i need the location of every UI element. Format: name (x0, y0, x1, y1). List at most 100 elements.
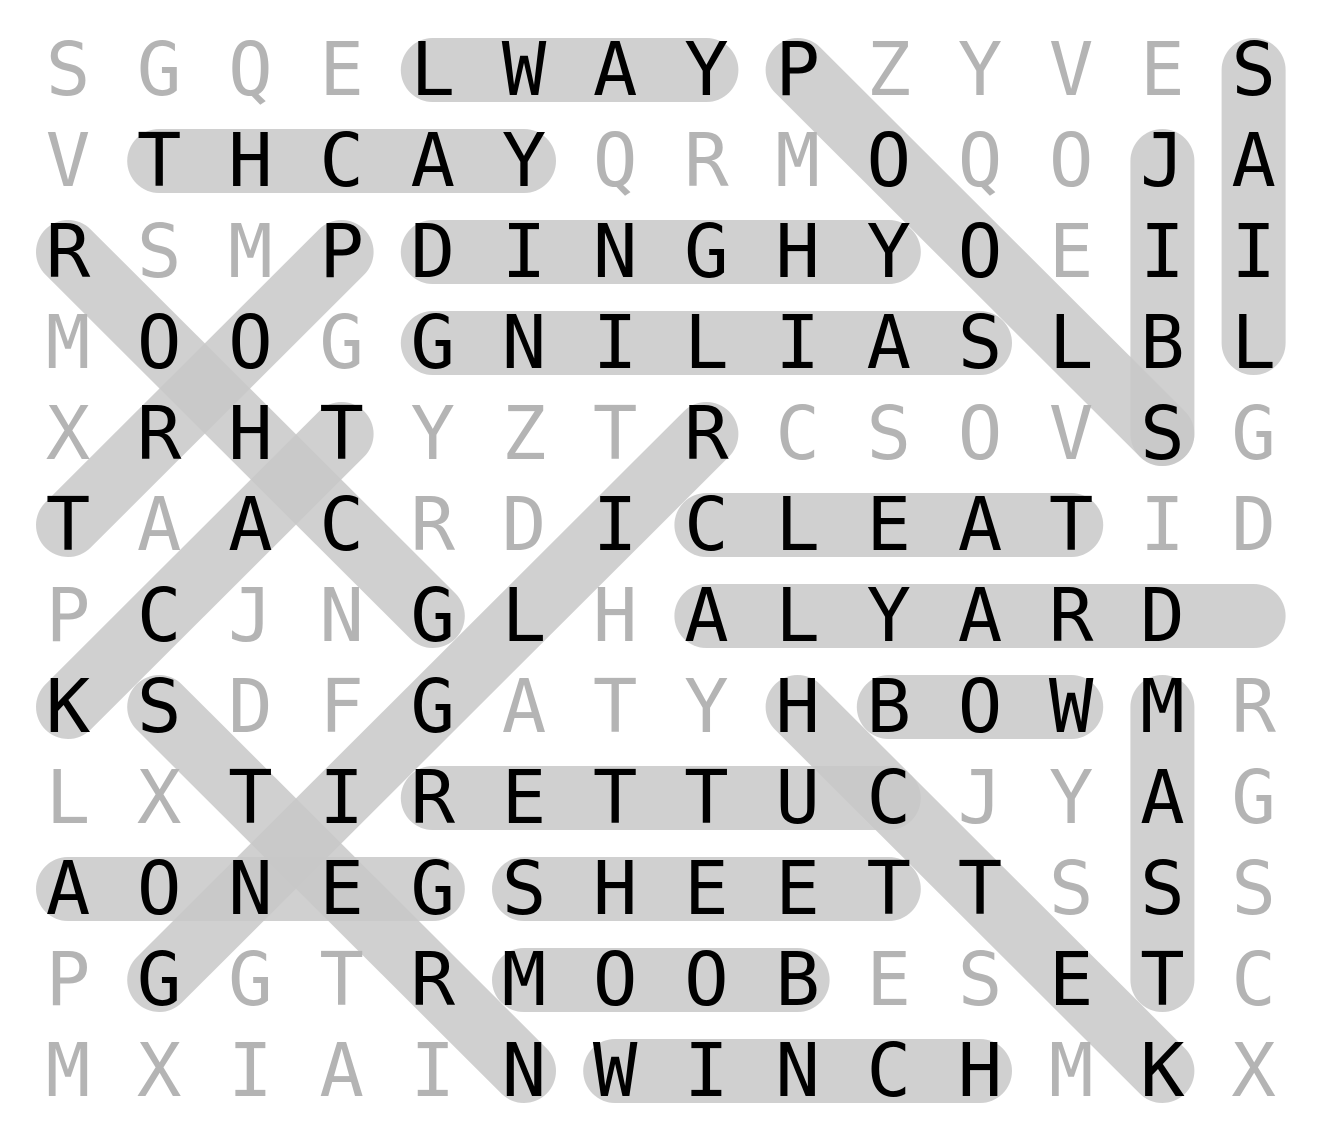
grid-letter[interactable]: H (593, 846, 638, 932)
grid-letter[interactable]: D (228, 664, 273, 750)
grid-letter[interactable]: R (137, 391, 182, 477)
grid-letter[interactable]: X (46, 391, 91, 477)
grid-letter[interactable]: G (411, 300, 456, 386)
grid-letter[interactable]: S (1231, 846, 1276, 932)
grid-letter[interactable]: A (411, 118, 456, 204)
grid-letter[interactable]: R (46, 209, 91, 295)
grid-letter[interactable]: T (867, 846, 912, 932)
grid-letter[interactable]: G (684, 209, 729, 295)
grid-letter[interactable]: Y (411, 391, 456, 477)
grid-letter[interactable]: D (1140, 573, 1185, 659)
grid-letter[interactable]: L (502, 573, 547, 659)
grid-letter[interactable]: G (1231, 755, 1276, 841)
grid-letter[interactable]: G (411, 573, 456, 659)
grid-letter[interactable]: K (46, 664, 91, 750)
grid-letter[interactable]: Y (502, 118, 547, 204)
grid-letter[interactable]: O (684, 937, 729, 1023)
grid-letter[interactable]: X (1231, 1028, 1276, 1114)
grid-letter[interactable]: M (1140, 664, 1185, 750)
grid-letter[interactable]: B (1140, 300, 1185, 386)
grid-letter[interactable]: I (228, 1028, 273, 1114)
grid-letter[interactable]: E (1049, 209, 1094, 295)
grid-letter[interactable]: T (319, 937, 364, 1023)
grid-letter[interactable]: S (137, 664, 182, 750)
grid-letter[interactable]: O (137, 846, 182, 932)
grid-letter[interactable]: N (775, 1028, 820, 1114)
grid-letter[interactable]: S (1140, 391, 1185, 477)
grid-letter[interactable]: T (1049, 482, 1094, 568)
grid-letter[interactable]: S (1049, 846, 1094, 932)
grid-letter[interactable]: E (319, 27, 364, 113)
grid-letter[interactable]: I (775, 300, 820, 386)
grid-letter[interactable]: I (502, 209, 547, 295)
grid-letter[interactable]: O (228, 300, 273, 386)
grid-letter[interactable]: I (411, 1028, 456, 1114)
grid-letter[interactable]: C (319, 118, 364, 204)
grid-letter[interactable]: C (867, 755, 912, 841)
grid-letter[interactable]: T (228, 755, 273, 841)
grid-letter[interactable]: A (958, 482, 1003, 568)
grid-letter[interactable]: S (1140, 846, 1185, 932)
grid-letter[interactable]: C (137, 573, 182, 659)
grid-letter[interactable]: H (775, 664, 820, 750)
grid-letter[interactable]: T (593, 664, 638, 750)
grid-letter[interactable]: O (137, 300, 182, 386)
grid-letter[interactable]: Y (684, 664, 729, 750)
grid-letter[interactable]: A (137, 482, 182, 568)
grid-letter[interactable]: O (958, 664, 1003, 750)
grid-letter[interactable]: Y (958, 27, 1003, 113)
grid-letter[interactable]: M (46, 1028, 91, 1114)
grid-letter[interactable]: L (684, 300, 729, 386)
grid-letter[interactable]: T (593, 755, 638, 841)
grid-letter[interactable]: G (228, 937, 273, 1023)
grid-letter[interactable]: I (1231, 209, 1276, 295)
grid-letter[interactable]: S (958, 300, 1003, 386)
grid-letter[interactable]: G (411, 846, 456, 932)
grid-letter[interactable]: A (1231, 118, 1276, 204)
grid-letter[interactable]: A (502, 664, 547, 750)
grid-letter[interactable]: P (46, 937, 91, 1023)
grid-letter[interactable]: T (958, 846, 1003, 932)
grid-letter[interactable]: S (1231, 27, 1276, 113)
grid-letter[interactable]: G (137, 937, 182, 1023)
grid-letter[interactable]: G (319, 300, 364, 386)
grid-letter[interactable]: A (319, 1028, 364, 1114)
grid-letter[interactable]: A (684, 573, 729, 659)
grid-letter[interactable]: G (411, 664, 456, 750)
grid-letter[interactable]: M (46, 300, 91, 386)
grid-letter[interactable]: T (137, 118, 182, 204)
grid-letter[interactable]: I (684, 1028, 729, 1114)
grid-letter[interactable]: N (593, 209, 638, 295)
grid-letter[interactable]: I (319, 755, 364, 841)
grid-letter[interactable]: Q (958, 118, 1003, 204)
grid-letter[interactable]: A (593, 27, 638, 113)
grid-letter[interactable]: S (502, 846, 547, 932)
grid-letter[interactable]: Z (867, 27, 912, 113)
grid-letter[interactable]: E (684, 846, 729, 932)
grid-letter[interactable]: D (1231, 482, 1276, 568)
grid-letter[interactable]: E (775, 846, 820, 932)
grid-letter[interactable]: N (319, 573, 364, 659)
grid-letter[interactable]: R (1231, 664, 1276, 750)
grid-letter[interactable]: L (775, 482, 820, 568)
grid-letter[interactable]: N (228, 846, 273, 932)
grid-letter[interactable]: T (319, 391, 364, 477)
grid-letter[interactable]: A (46, 846, 91, 932)
grid-letter[interactable]: H (593, 573, 638, 659)
grid-letter[interactable]: J (958, 755, 1003, 841)
grid-letter[interactable]: N (502, 1028, 547, 1114)
grid-letter[interactable]: E (867, 937, 912, 1023)
grid-letter[interactable]: S (46, 27, 91, 113)
grid-letter[interactable]: J (228, 573, 273, 659)
grid-letter[interactable]: P (319, 209, 364, 295)
grid-letter[interactable]: Z (502, 391, 547, 477)
grid-letter[interactable]: R (684, 391, 729, 477)
grid-letter[interactable]: L (411, 27, 456, 113)
grid-letter[interactable]: W (593, 1028, 638, 1114)
grid-letter[interactable]: W (502, 27, 547, 113)
grid-letter[interactable]: H (228, 391, 273, 477)
grid-letter[interactable]: H (228, 118, 273, 204)
grid-letter[interactable]: O (593, 937, 638, 1023)
grid-letter[interactable]: A (867, 300, 912, 386)
grid-letter[interactable]: O (958, 391, 1003, 477)
